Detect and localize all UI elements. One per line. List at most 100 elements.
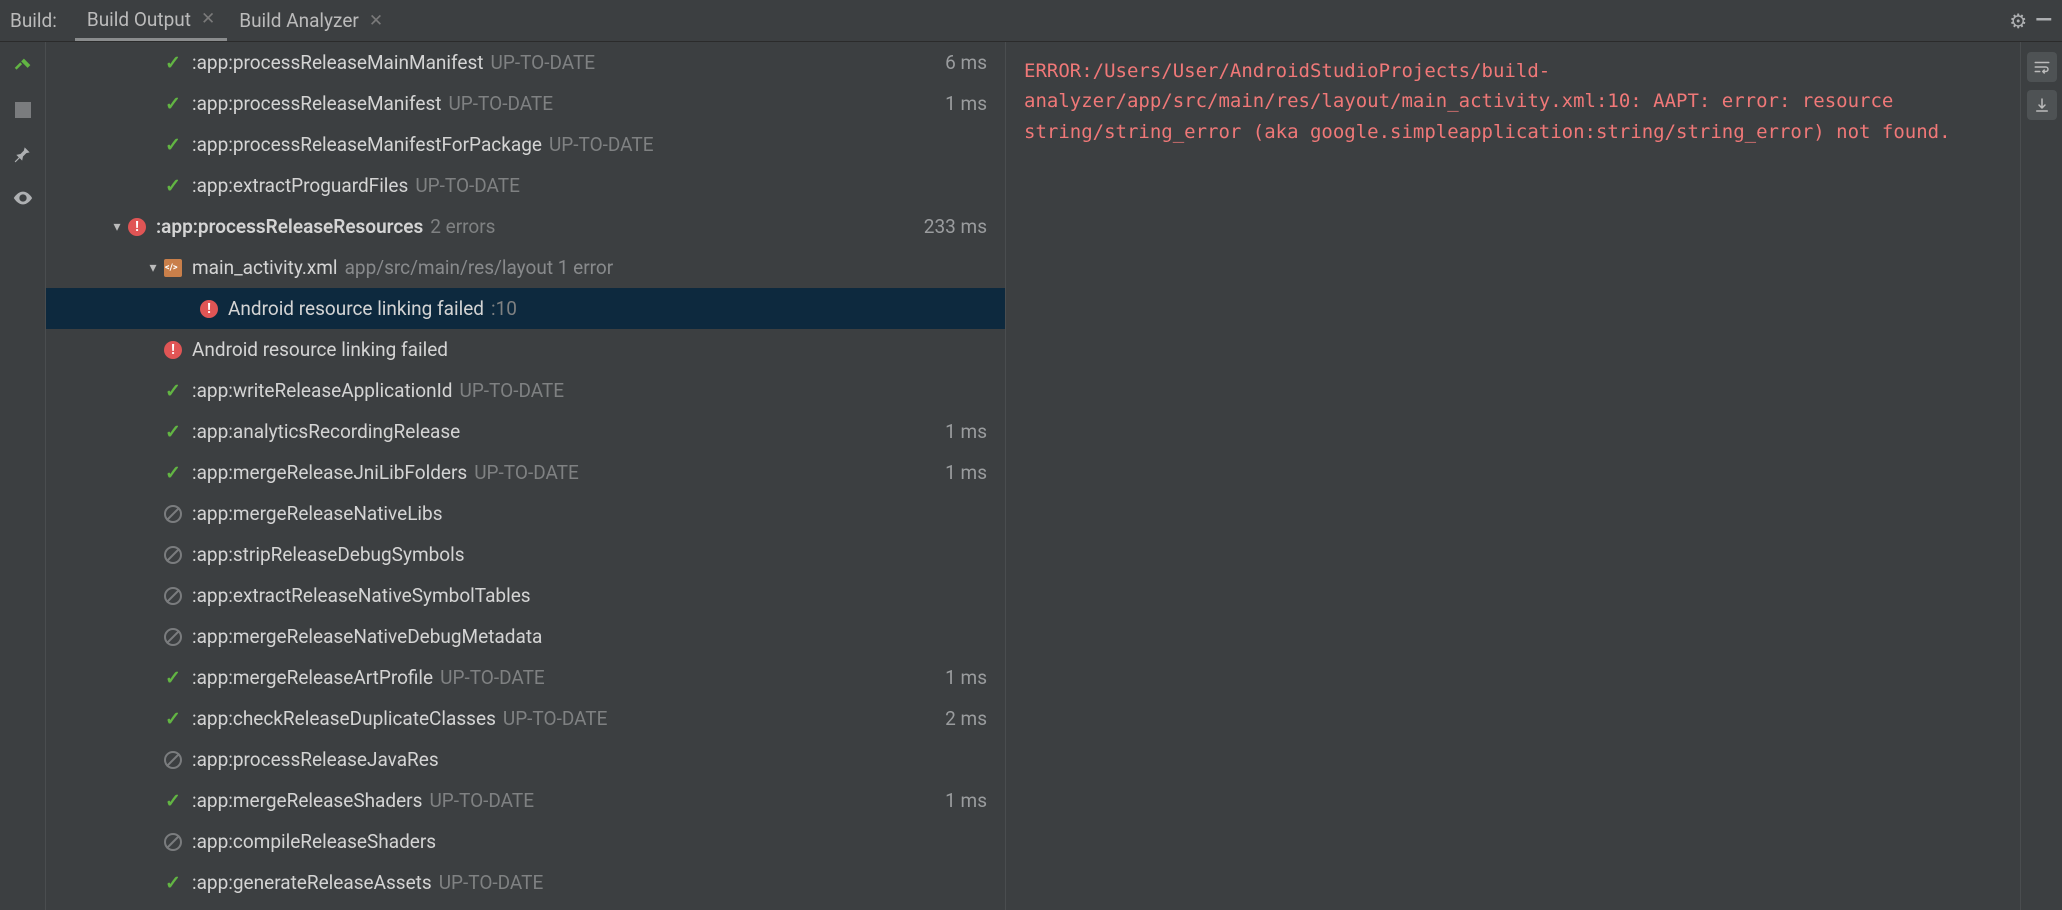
skip-icon bbox=[164, 751, 182, 769]
task-status: UP-TO-DATE bbox=[460, 379, 565, 402]
task-status: UP-TO-DATE bbox=[415, 174, 520, 197]
file-icon bbox=[164, 259, 182, 277]
task-time: 1 ms bbox=[945, 666, 987, 689]
task-status: UP-TO-DATE bbox=[549, 133, 654, 156]
task-time: 1 ms bbox=[945, 420, 987, 443]
task-name: :app:extractReleaseNativeSymbolTables bbox=[192, 584, 531, 607]
tree-row[interactable]: ✓ :app:mergeReleaseShaders UP-TO-DATE 1 ms bbox=[46, 780, 1005, 821]
task-name: :app:processReleaseJavaRes bbox=[192, 748, 439, 771]
task-name: :app:stripReleaseDebugSymbols bbox=[192, 543, 465, 566]
check-icon: ✓ bbox=[165, 461, 181, 484]
task-name: :app:processReleaseManifest bbox=[192, 92, 441, 115]
tab-title: Build Output bbox=[87, 8, 191, 31]
tab-title: Build Analyzer bbox=[239, 9, 359, 32]
check-icon: ✓ bbox=[165, 871, 181, 894]
tree-row[interactable]: ▾! :app:processReleaseResources 2 errors 23… bbox=[46, 206, 1005, 247]
check-icon: ✓ bbox=[165, 789, 181, 812]
task-status: UP-TO-DATE bbox=[448, 92, 553, 115]
error-icon: ! bbox=[200, 300, 218, 318]
task-name: :app:mergeReleaseArtProfile bbox=[192, 666, 433, 689]
tree-row[interactable]: ! Android resource linking failed bbox=[46, 329, 1005, 370]
task-status: UP-TO-DATE bbox=[474, 461, 579, 484]
tree-row[interactable]: ✓ :app:writeReleaseApplicationId UP-TO-DAT… bbox=[46, 370, 1005, 411]
tree-row[interactable]: ✓:app:extractProguardFilesUP-TO-DATE bbox=[46, 165, 1005, 206]
task-status: UP-TO-DATE bbox=[439, 871, 544, 894]
task-name: :app:generateReleaseAssets bbox=[192, 871, 432, 894]
soft-wrap-icon[interactable] bbox=[2027, 52, 2057, 82]
tree-row[interactable]: ✓ :app:checkReleaseDuplicateClasses UP-TO-… bbox=[46, 698, 1005, 739]
hammer-icon[interactable] bbox=[11, 54, 35, 78]
task-name: :app:analyticsRecordingRelease bbox=[192, 420, 460, 443]
gear-icon[interactable]: ⚙ bbox=[2009, 9, 2027, 33]
task-name: :app:processReleaseResources bbox=[156, 215, 423, 238]
check-icon: ✓ bbox=[165, 420, 181, 443]
left-gutter bbox=[0, 42, 46, 910]
minimize-icon[interactable]: — bbox=[2035, 8, 2052, 33]
tree-row[interactable]: :app:extractReleaseNativeSymbolTables bbox=[46, 575, 1005, 616]
task-path: app/src/main/res/layout 1 error bbox=[345, 256, 614, 279]
task-status: UP-TO-DATE bbox=[429, 789, 534, 812]
tree-row[interactable]: ✓ :app:mergeReleaseJniLibFolders UP-TO-DAT… bbox=[46, 452, 1005, 493]
task-name: :app:mergeReleaseNativeLibs bbox=[192, 502, 443, 525]
skip-icon bbox=[164, 546, 182, 564]
chevron-down-icon[interactable]: ▾ bbox=[108, 219, 126, 235]
task-status: UP-TO-DATE bbox=[491, 51, 596, 74]
tree-row[interactable]: :app:mergeReleaseNativeLibs bbox=[46, 493, 1005, 534]
task-suffix: :10 bbox=[491, 297, 517, 320]
task-time: 1 ms bbox=[945, 461, 987, 484]
task-time: 1 ms bbox=[945, 789, 987, 812]
error-icon: ! bbox=[128, 218, 146, 236]
pin-icon[interactable] bbox=[11, 142, 35, 166]
build-tree[interactable]: ✓ :app:processReleaseMainManifest UP-TO-DA… bbox=[46, 42, 1006, 910]
task-name: Android resource linking failed bbox=[192, 338, 448, 361]
task-name: :app:processReleaseManifestForPackage bbox=[192, 133, 542, 156]
task-status: UP-TO-DATE bbox=[503, 707, 608, 730]
eye-icon[interactable] bbox=[11, 186, 35, 210]
tree-row[interactable]: ▾ main_activity.xml app/src/main/res/layo… bbox=[46, 247, 1005, 288]
skip-icon bbox=[164, 628, 182, 646]
error-icon: ! bbox=[164, 341, 182, 359]
close-icon[interactable]: ✕ bbox=[201, 9, 215, 29]
check-icon: ✓ bbox=[165, 707, 181, 730]
tree-row[interactable]: ✓ :app:processReleaseManifestForPackage UP… bbox=[46, 124, 1005, 165]
skip-icon bbox=[164, 833, 182, 851]
tree-row[interactable]: ✓ :app:generateReleaseAssets UP-TO-DATE bbox=[46, 862, 1005, 903]
skip-icon bbox=[164, 505, 182, 523]
check-icon: ✓ bbox=[165, 92, 181, 115]
tree-row[interactable]: ✓ :app:analyticsRecordingRelease 1 ms bbox=[46, 411, 1005, 452]
tree-row[interactable]: ✓ :app:processReleaseMainManifest UP-TO-DA… bbox=[46, 42, 1005, 83]
tab-build-output[interactable]: Build Output ✕ bbox=[75, 0, 227, 41]
error-detail-panel: ERROR:/Users/User/AndroidStudioProjects/… bbox=[1006, 42, 2020, 910]
tree-row[interactable]: :app:processReleaseJavaRes bbox=[46, 739, 1005, 780]
tree-row[interactable]: ✓:app:processReleaseManifestUP-TO-DATE1 … bbox=[46, 83, 1005, 124]
stop-icon[interactable] bbox=[11, 98, 35, 122]
tab-build-analyzer[interactable]: Build Analyzer ✕ bbox=[227, 0, 395, 41]
task-name: :app:compileReleaseShaders bbox=[192, 830, 436, 853]
task-time: 6 ms bbox=[945, 51, 987, 74]
close-icon[interactable]: ✕ bbox=[369, 11, 383, 31]
task-name: :app:mergeReleaseJniLibFolders bbox=[192, 461, 467, 484]
check-icon: ✓ bbox=[165, 666, 181, 689]
chevron-down-icon[interactable]: ▾ bbox=[144, 260, 162, 276]
task-name: :app:checkReleaseDuplicateClasses bbox=[192, 707, 496, 730]
tree-row[interactable]: :app:stripReleaseDebugSymbols bbox=[46, 534, 1005, 575]
scroll-to-end-icon[interactable] bbox=[2027, 90, 2057, 120]
check-icon: ✓ bbox=[165, 51, 181, 74]
check-icon: ✓ bbox=[165, 379, 181, 402]
tree-row[interactable]: :app:compileReleaseShaders bbox=[46, 821, 1005, 862]
tab-bar: Build: Build Output ✕ Build Analyzer ✕ ⚙… bbox=[0, 0, 2062, 42]
task-name: :app:processReleaseMainManifest bbox=[192, 51, 484, 74]
task-status: UP-TO-DATE bbox=[440, 666, 545, 689]
check-icon: ✓ bbox=[165, 133, 181, 156]
task-name: main_activity.xml bbox=[192, 256, 338, 279]
task-status: 2 errors bbox=[430, 215, 495, 238]
tree-row[interactable]: :app:mergeReleaseNativeDebugMetadata bbox=[46, 616, 1005, 657]
tree-row[interactable]: !Android resource linking failed:10 bbox=[46, 288, 1005, 329]
task-name: :app:mergeReleaseNativeDebugMetadata bbox=[192, 625, 542, 648]
check-icon: ✓ bbox=[165, 174, 181, 197]
task-time: 233 ms bbox=[924, 215, 987, 238]
error-text[interactable]: ERROR:/Users/User/AndroidStudioProjects/… bbox=[1024, 56, 2002, 147]
task-name: :app:writeReleaseApplicationId bbox=[192, 379, 453, 402]
tree-row[interactable]: ✓ :app:mergeReleaseArtProfile UP-TO-DATE 1 … bbox=[46, 657, 1005, 698]
task-name: :app:mergeReleaseShaders bbox=[192, 789, 422, 812]
